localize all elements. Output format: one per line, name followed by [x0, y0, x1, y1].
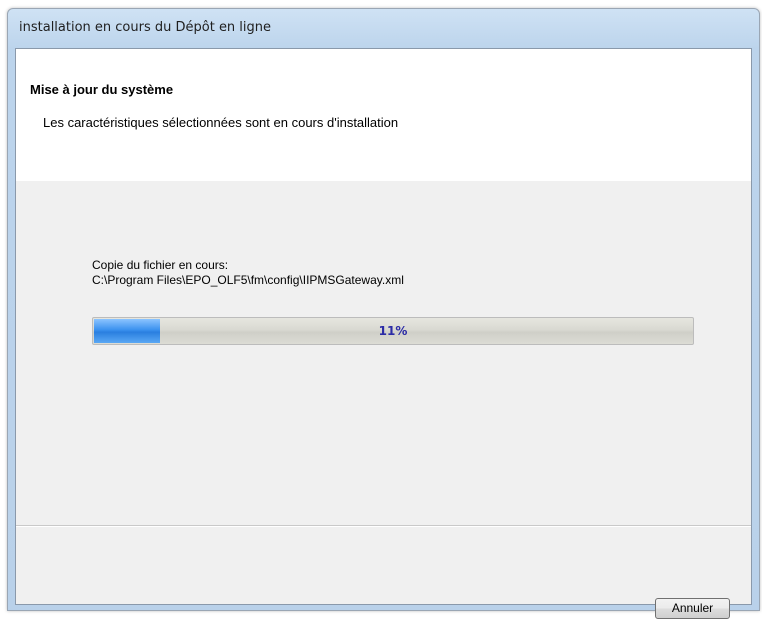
status-label: Copie du fichier en cours:	[92, 258, 229, 272]
progress-percent-label: 11%	[378, 324, 408, 338]
title-bar[interactable]: installation en cours du Dépôt en ligne	[8, 9, 759, 45]
progress-bar: 11%	[92, 317, 694, 345]
status-file-path: C:\Program Files\EPO_OLF5\fm\config\IIPM…	[92, 273, 404, 287]
dialog-body: Mise à jour du système Les caractéristiq…	[15, 48, 752, 619]
footer-divider	[16, 525, 751, 526]
cancel-button[interactable]: Annuler	[655, 598, 730, 619]
window-title: installation en cours du Dépôt en ligne	[19, 20, 272, 35]
header-divider	[16, 180, 751, 181]
installer-window: installation en cours du Dépôt en ligne …	[7, 8, 760, 619]
header-subtitle: Les caractéristiques sélectionnées sont …	[43, 115, 399, 130]
dialog-header: Mise à jour du système Les caractéristiq…	[16, 49, 751, 181]
header-title: Mise à jour du système	[30, 82, 174, 97]
